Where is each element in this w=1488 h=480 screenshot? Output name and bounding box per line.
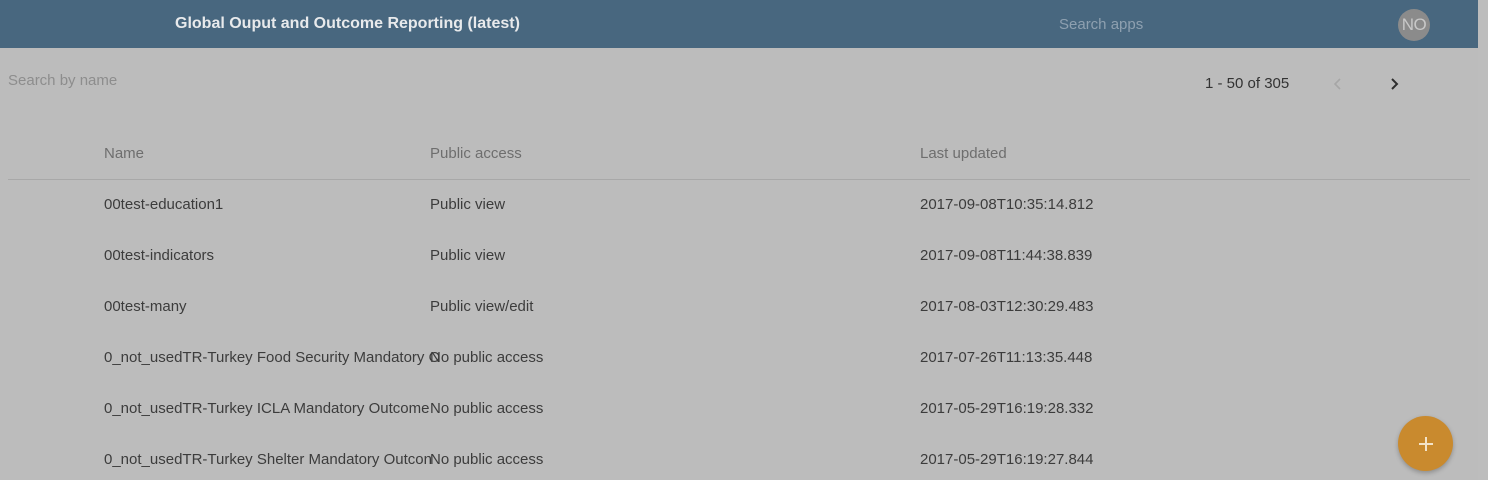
row-name: 00test-education1	[104, 196, 224, 213]
table-row[interactable]: 0_not_usedTR-Turkey ICLA Mandatory Outco…	[8, 384, 1470, 435]
row-name: 0_not_usedTR-Turkey Food Security Mandat…	[104, 349, 441, 366]
row-last-updated: 2017-09-08T10:35:14.812	[920, 196, 1094, 213]
row-last-updated: 2017-05-29T16:19:28.332	[920, 400, 1094, 417]
table-row[interactable]: 00test-education1 Public view 2017-09-08…	[8, 180, 1470, 231]
row-name: 00test-indicators	[104, 247, 215, 264]
app-header: Global Ouput and Outcome Reporting (late…	[0, 0, 1478, 48]
user-avatar[interactable]: NO	[1398, 9, 1430, 41]
row-public-access: Public view	[430, 196, 506, 213]
pagination-label: 1 - 50 of 305	[1205, 75, 1290, 92]
column-header-last-updated[interactable]: Last updated	[920, 145, 1007, 162]
column-header-public-access[interactable]: Public access	[430, 145, 522, 162]
table-row[interactable]: 0_not_usedTR-Turkey Shelter Mandatory Ou…	[8, 435, 1470, 480]
row-last-updated: 2017-09-08T11:44:38.839	[920, 247, 1093, 264]
table-row[interactable]: 00test-many Public view/edit 2017-08-03T…	[8, 282, 1470, 333]
row-last-updated: 2017-08-03T12:30:29.483	[920, 298, 1094, 315]
app-title: Global Ouput and Outcome Reporting (late…	[175, 15, 520, 32]
row-last-updated: 2017-05-29T16:19:27.844	[920, 451, 1094, 468]
row-name: 0_not_usedTR-Turkey ICLA Mandatory Outco…	[104, 400, 430, 417]
plus-icon	[1418, 436, 1433, 451]
chevron-right-icon	[1391, 78, 1399, 90]
add-dashboard-button[interactable]	[1398, 416, 1453, 471]
chevron-left-icon	[1333, 78, 1341, 90]
search-apps-input[interactable]	[1050, 8, 1350, 40]
row-public-access: No public access	[430, 400, 544, 417]
row-name: 0_not_usedTR-Turkey Shelter Mandatory Ou…	[104, 451, 432, 468]
search-by-name-input[interactable]	[0, 64, 400, 96]
row-last-updated: 2017-07-26T11:13:35.448	[920, 349, 1093, 366]
row-public-access: No public access	[430, 451, 544, 468]
row-public-access: Public view/edit	[430, 298, 534, 315]
column-header-name[interactable]: Name	[104, 145, 144, 162]
row-public-access: Public view	[430, 247, 506, 264]
table-row[interactable]: 00test-indicators Public view 2017-09-08…	[8, 231, 1470, 282]
row-name: 00test-many	[104, 298, 187, 315]
dashboards-table: Name Public access Last updated 00test-e…	[8, 128, 1470, 480]
table-header: Name Public access Last updated	[8, 128, 1470, 180]
previous-page-button[interactable]	[1323, 70, 1353, 98]
next-page-button[interactable]	[1379, 70, 1409, 98]
scrollbar[interactable]	[1478, 0, 1488, 480]
row-public-access: No public access	[430, 349, 544, 366]
table-row[interactable]: 0_not_usedTR-Turkey Food Security Mandat…	[8, 333, 1470, 384]
